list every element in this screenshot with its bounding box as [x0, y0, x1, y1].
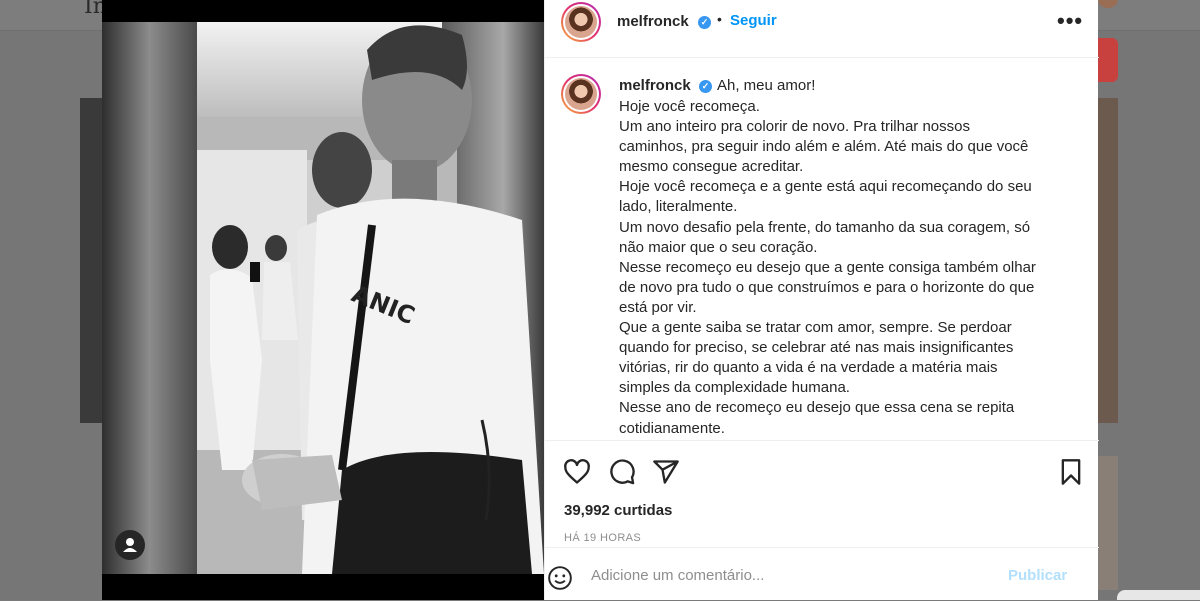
background-post-tile	[1098, 456, 1118, 590]
caption-line: lado, literalmente.	[619, 198, 738, 216]
background-profile-avatar	[1098, 0, 1118, 8]
caption-line: Um ano inteiro pra colorir de novo. Pra …	[619, 118, 970, 136]
share-icon[interactable]	[652, 458, 680, 486]
caption-line: mesmo consegue acreditar.	[619, 158, 804, 176]
post-timestamp[interactable]: HÁ 19 HORAS	[564, 532, 641, 544]
heart-icon[interactable]	[563, 458, 591, 486]
caption-line: caminhos, pra seguir indo além e além. A…	[619, 138, 1029, 156]
caption-first-line: Ah, meu amor!	[717, 77, 816, 94]
publish-button[interactable]: Publicar	[1008, 567, 1067, 584]
caption-line: Um novo desafio pela frente, do tamanho …	[619, 218, 1031, 236]
emoji-icon[interactable]	[547, 565, 573, 591]
separator-dot: •	[717, 11, 722, 27]
caption-line: Nesse ano de recomeço eu desejo que essa…	[619, 399, 1015, 417]
caption-line: Nesse recomeço eu desejo que a gente con…	[619, 258, 1036, 276]
background-post-tile	[80, 98, 102, 423]
caption-line: cotidianamente.	[619, 419, 725, 437]
caption-text: Hoje você recomeça. Um ano inteiro pra c…	[619, 97, 1079, 439]
more-options-icon[interactable]: •••	[1057, 8, 1083, 34]
verified-icon: ✓	[698, 16, 711, 29]
background-red-tile	[1098, 38, 1118, 82]
caption-line: de novo pra tudo o que construímos e par…	[619, 278, 1035, 296]
caption-line: simples da complexidade humana.	[619, 379, 850, 397]
caption-line: Hoje você recomeça e a gente está aqui r…	[619, 178, 1032, 196]
author-username[interactable]: melfronck	[617, 13, 689, 30]
comment-bar: Publicar	[545, 547, 1099, 601]
verified-icon: ✓	[699, 80, 712, 93]
caption-username[interactable]: melfronck	[619, 77, 691, 94]
caption-author-avatar[interactable]	[561, 74, 601, 114]
caption-line: vitórias, rir do quanto a vida é na verd…	[619, 359, 998, 377]
post-caption: melfronck ✓ Ah, meu amor! Hoje você reco…	[545, 58, 1099, 440]
post-details-panel: melfronck ✓ • Seguir ••• melfronck ✓ Ah,…	[544, 0, 1099, 600]
author-avatar[interactable]	[561, 2, 601, 42]
caption-line: não maior que o seu coração.	[619, 238, 818, 256]
caption-line: Que a gente saiba se tratar com amor, se…	[619, 319, 1012, 337]
caption-line: quando for preciso, se celebrar até nas …	[619, 339, 1014, 357]
background-post-tile	[1098, 98, 1118, 423]
post-header: melfronck ✓ • Seguir •••	[545, 0, 1099, 58]
caption-line: está por vir.	[619, 298, 697, 316]
post-actions: 39,992 curtidas HÁ 19 HORAS Publicar	[545, 440, 1099, 600]
tagged-user-icon[interactable]	[115, 530, 145, 560]
comment-input[interactable]	[589, 562, 983, 588]
follow-button[interactable]: Seguir	[730, 12, 777, 29]
background-corner-element	[1117, 590, 1200, 600]
post-photo[interactable]: ANIC	[102, 0, 544, 600]
elevator-photo-illustration: ANIC	[102, 0, 544, 600]
comment-icon[interactable]	[608, 458, 636, 486]
caption-line: Hoje você recomeça.	[619, 98, 760, 115]
likes-count[interactable]: 39,992 curtidas	[564, 502, 672, 519]
bookmark-icon[interactable]	[1057, 458, 1085, 486]
